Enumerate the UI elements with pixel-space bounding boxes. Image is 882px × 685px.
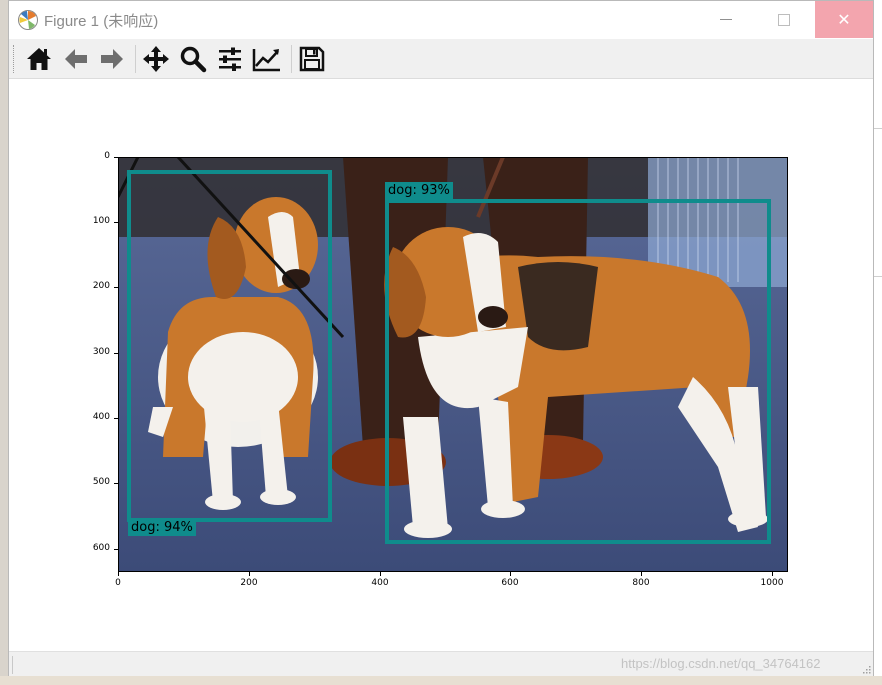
- zoom-button[interactable]: [177, 43, 209, 75]
- minimize-icon: [720, 19, 732, 20]
- x-tick-label: 1000: [760, 578, 784, 588]
- x-tick-mark: [772, 572, 773, 576]
- minimize-button[interactable]: [703, 1, 749, 38]
- home-icon: [27, 48, 51, 70]
- maximize-button[interactable]: [761, 1, 807, 38]
- edit-axis-icon: [252, 49, 280, 72]
- navigation-toolbar: [9, 39, 873, 79]
- y-tick-mark: [114, 287, 118, 288]
- forward-arrow-icon: [101, 49, 123, 69]
- x-tick-mark: [510, 572, 511, 576]
- toolbar-separator: [135, 45, 136, 73]
- pan-button[interactable]: [140, 43, 172, 75]
- y-tick-label: 200: [92, 281, 110, 291]
- toolbar-grip[interactable]: [13, 45, 16, 73]
- background-desktop-strip: [0, 676, 882, 685]
- matplotlib-app-icon: [18, 10, 38, 30]
- x-tick-label: 600: [501, 578, 519, 588]
- y-tick-label: 300: [92, 347, 110, 357]
- close-button[interactable]: ✕: [815, 1, 873, 38]
- x-tick-label: 800: [632, 578, 650, 588]
- x-tick-mark: [249, 572, 250, 576]
- watermark-text: https://blog.csdn.net/qq_34764162: [621, 656, 821, 671]
- figure-canvas[interactable]: dog: 94% dog: 93% 0 100 200 300 400 500 …: [9, 79, 873, 651]
- maximize-icon: [778, 13, 790, 26]
- x-tick-mark: [118, 572, 119, 576]
- save-button[interactable]: [296, 43, 328, 75]
- edit-axis-button[interactable]: [251, 43, 283, 75]
- x-tick-mark: [380, 572, 381, 576]
- y-tick-mark: [114, 483, 118, 484]
- back-arrow-icon: [65, 49, 87, 69]
- close-icon: ✕: [837, 10, 851, 29]
- background-window-edge: [874, 0, 882, 685]
- y-tick-label: 500: [92, 477, 110, 487]
- y-tick-mark: [114, 549, 118, 550]
- save-icon: [299, 46, 325, 72]
- x-tick-label: 200: [240, 578, 258, 588]
- zoom-icon: [180, 46, 207, 73]
- y-tick-label: 400: [92, 412, 110, 422]
- x-tick-mark: [641, 572, 642, 576]
- title-bar[interactable]: Figure 1 (未响应) ✕: [9, 1, 873, 39]
- y-tick-mark: [114, 418, 118, 419]
- resize-grip-icon[interactable]: [861, 664, 871, 674]
- pan-icon: [143, 46, 169, 72]
- back-button[interactable]: [60, 43, 92, 75]
- y-tick-label: 0: [104, 151, 110, 161]
- window-title: Figure 1 (未响应): [44, 13, 159, 30]
- home-button[interactable]: [23, 43, 55, 75]
- figure-window: Figure 1 (未响应) ✕ dog: 94% dog: 93% 0 100…: [8, 0, 874, 676]
- configure-subplots-button[interactable]: [214, 43, 246, 75]
- x-tick-label: 0: [115, 578, 121, 588]
- forward-button[interactable]: [96, 43, 128, 75]
- y-tick-mark: [114, 353, 118, 354]
- y-tick-mark: [114, 157, 118, 158]
- y-tick-label: 600: [92, 543, 110, 553]
- y-tick-label: 100: [92, 216, 110, 226]
- toolbar-separator: [291, 45, 292, 73]
- y-tick-mark: [114, 222, 118, 223]
- axes-frame: [118, 157, 788, 572]
- configure-subplots-icon: [219, 47, 241, 71]
- status-separator: [12, 656, 13, 674]
- x-tick-label: 400: [371, 578, 389, 588]
